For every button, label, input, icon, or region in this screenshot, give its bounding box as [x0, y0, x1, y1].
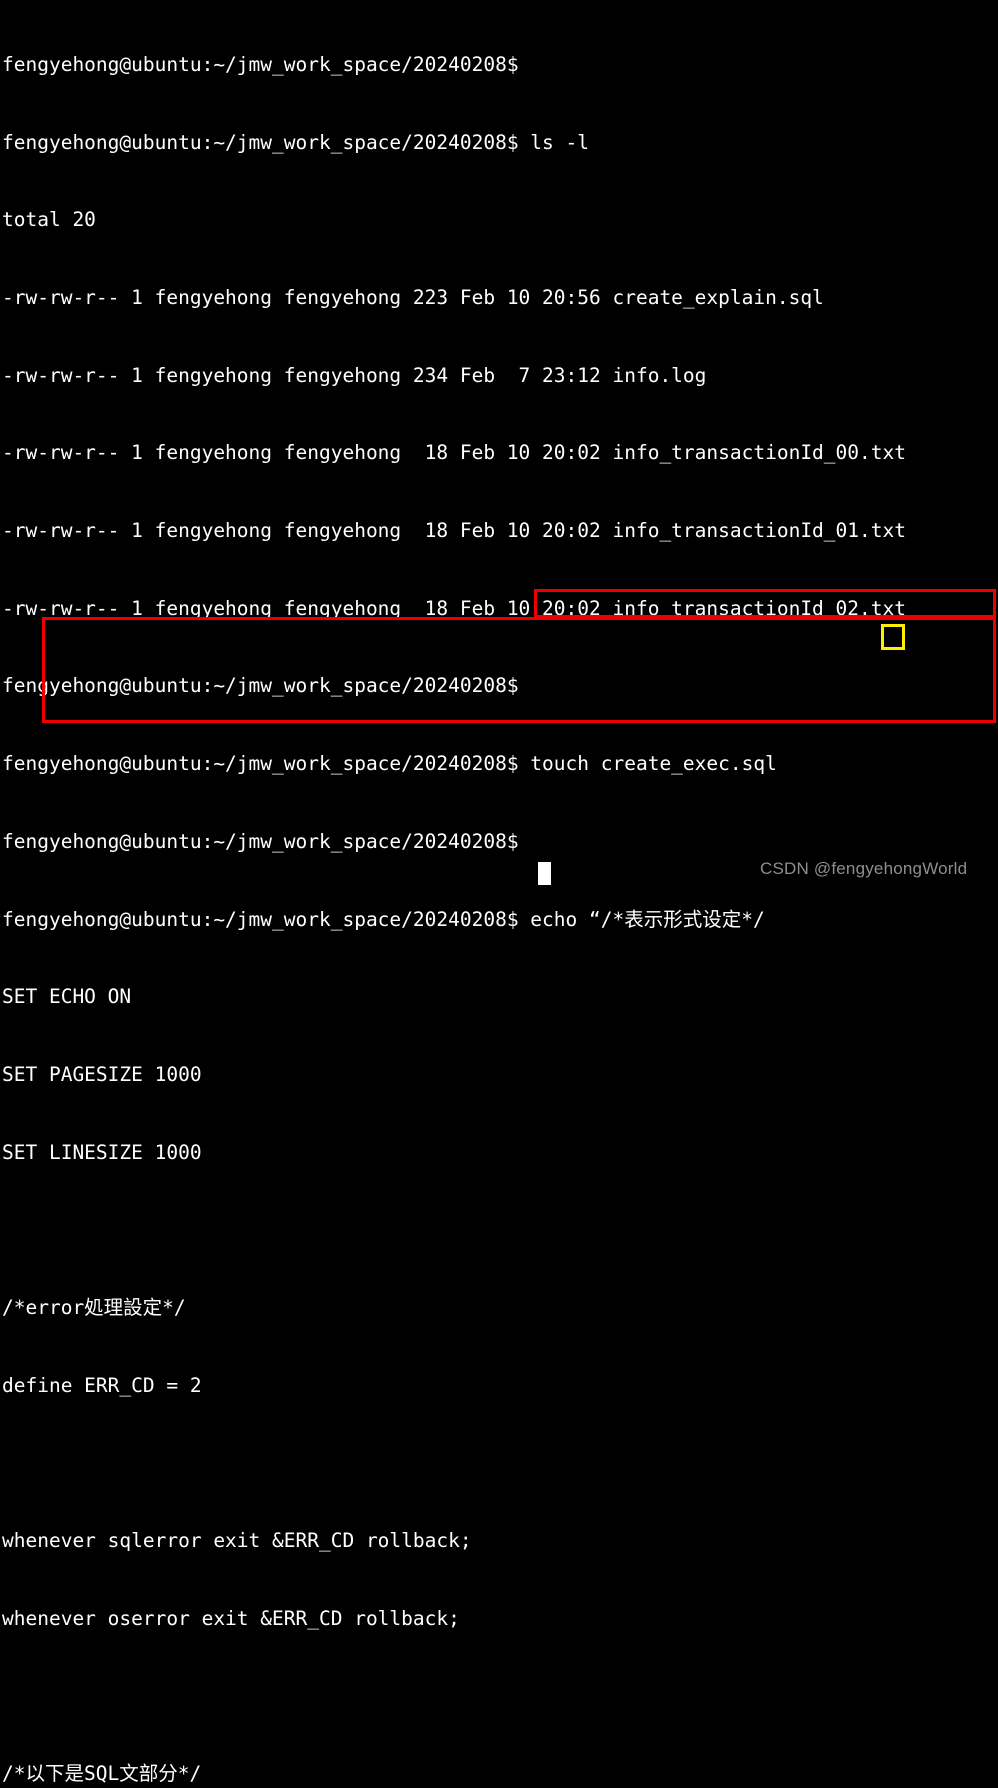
- terminal-line: /*以下是SQL文部分*/: [2, 1762, 202, 1786]
- terminal-line: -rw-rw-r-- 1 fengyehong fengyehong 223 F…: [2, 285, 824, 309]
- terminal-line: /*error処理設定*/: [2, 1296, 186, 1320]
- terminal-line: define ERR_CD = 2: [2, 1373, 202, 1397]
- terminal-cursor: [538, 862, 551, 885]
- terminal-line: whenever sqlerror exit &ERR_CD rollback;: [2, 1529, 472, 1553]
- terminal-line: -rw-rw-r-- 1 fengyehong fengyehong 18 Fe…: [2, 596, 906, 620]
- terminal-line: -rw-rw-r-- 1 fengyehong fengyehong 18 Fe…: [2, 519, 906, 543]
- terminal-line: fengyehong@ubuntu:~/jmw_work_space/20240…: [2, 52, 519, 76]
- terminal-line: SET ECHO ON: [2, 985, 132, 1009]
- terminal-output[interactable]: fengyehong@ubuntu:~/jmw_work_space/20240…: [0, 0, 998, 1785]
- terminal-line: total 20: [2, 208, 96, 232]
- terminal-line: SET LINESIZE 1000: [2, 1140, 202, 1164]
- terminal-line: fengyehong@ubuntu:~/jmw_work_space/20240…: [2, 907, 765, 931]
- terminal-line: fengyehong@ubuntu:~/jmw_work_space/20240…: [2, 130, 589, 154]
- terminal-line: -rw-rw-r-- 1 fengyehong fengyehong 234 F…: [2, 363, 707, 387]
- terminal-line: whenever oserror exit &ERR_CD rollback;: [2, 1606, 460, 1630]
- terminal-line: fengyehong@ubuntu:~/jmw_work_space/20240…: [2, 752, 777, 776]
- terminal-line: fengyehong@ubuntu:~/jmw_work_space/20240…: [2, 674, 519, 698]
- terminal-line: fengyehong@ubuntu:~/jmw_work_space/20240…: [2, 829, 519, 853]
- terminal-line: SET PAGESIZE 1000: [2, 1062, 202, 1086]
- watermark-label: CSDN @fengyehongWorld: [760, 859, 968, 878]
- terminal-line: -rw-rw-r-- 1 fengyehong fengyehong 18 Fe…: [2, 441, 906, 465]
